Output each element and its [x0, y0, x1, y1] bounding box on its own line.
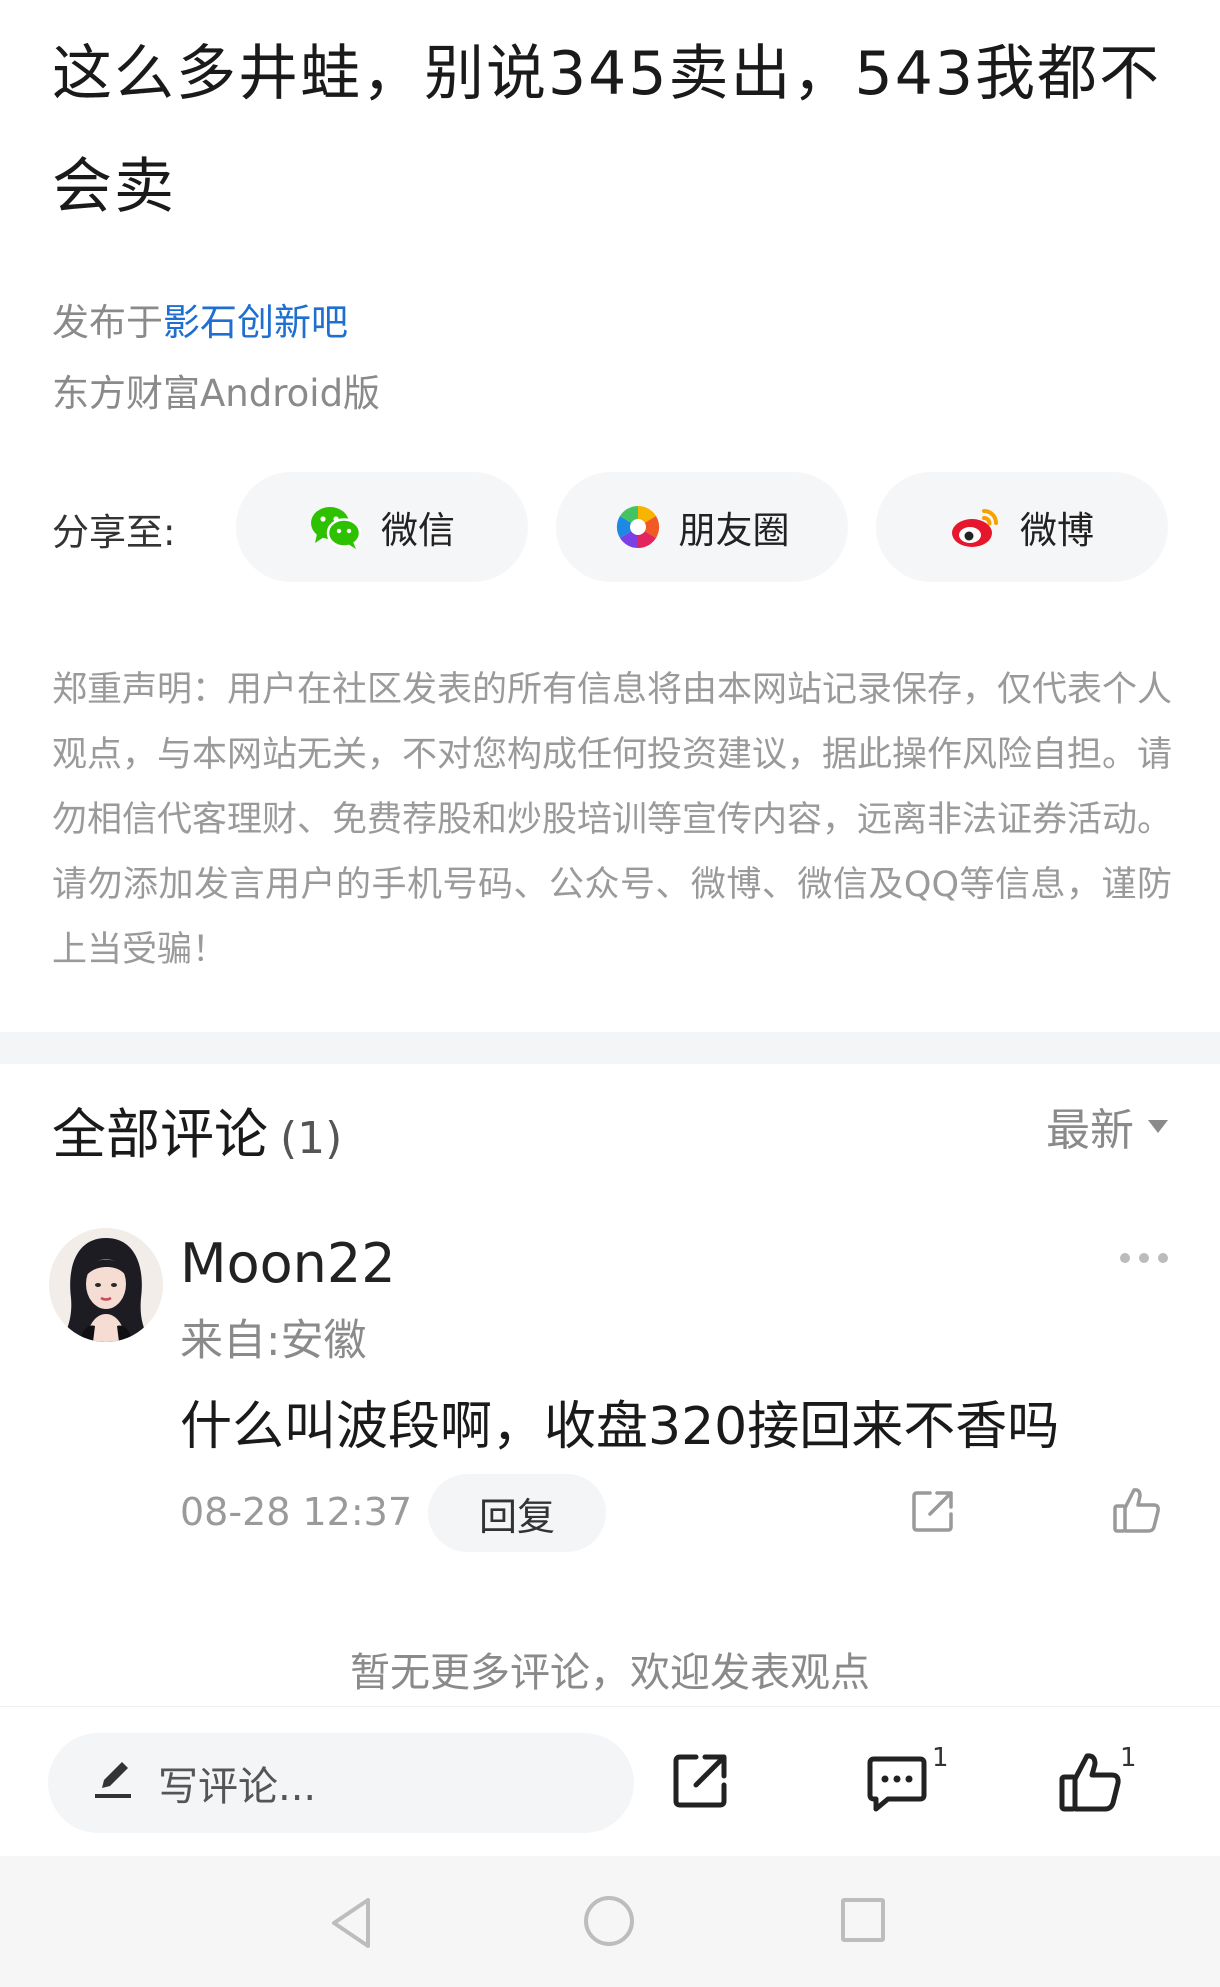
comment-text: 什么叫波段啊，收盘320接回来不香吗 — [180, 1397, 1060, 1457]
share-label: 分享至: — [52, 511, 176, 554]
back-icon[interactable] — [328, 1896, 374, 1954]
comments-count: (1) — [280, 1113, 343, 1164]
home-icon[interactable] — [584, 1896, 634, 1946]
like-count-badge: 1 — [1120, 1743, 1137, 1773]
system-nav-bar — [0, 1856, 1220, 1987]
share-weibo-button[interactable]: 微博 — [876, 472, 1168, 582]
comment-timestamp: 08-28 12:37 — [180, 1490, 413, 1534]
write-comment-placeholder: 写评论... — [158, 1764, 317, 1810]
wechat-icon — [309, 504, 363, 550]
share-moments-label: 朋友圈 — [678, 509, 790, 552]
comment-username[interactable]: Moon22 — [180, 1232, 396, 1295]
share-icon[interactable] — [670, 1751, 730, 1815]
comment-count-badge: 1 — [932, 1743, 949, 1773]
bottom-action-bar: 写评论... 1 1 — [0, 1706, 1220, 1856]
section-divider — [0, 1032, 1220, 1064]
share-weibo-label: 微博 — [1020, 509, 1094, 552]
write-comment-input[interactable]: 写评论... — [48, 1733, 634, 1833]
thumbs-up-icon[interactable] — [1112, 1486, 1162, 1538]
share-icon[interactable] — [910, 1488, 956, 1538]
sort-label: 最新 — [1046, 1105, 1134, 1156]
recent-apps-icon[interactable] — [841, 1898, 885, 1942]
disclaimer-text: 郑重声明：用户在社区发表的所有信息将由本网站记录保存，仅代表个人观点，与本网站无… — [52, 670, 1173, 970]
avatar[interactable] — [49, 1228, 163, 1342]
reply-button[interactable]: 回复 — [428, 1474, 606, 1552]
more-options-icon[interactable] — [1120, 1253, 1168, 1263]
post-source: 东方财富Android版 — [52, 372, 381, 415]
weibo-icon — [950, 505, 1002, 549]
comment-icon[interactable] — [866, 1755, 928, 1817]
forum-link[interactable]: 影石创新吧 — [163, 301, 348, 344]
post-title: 这么多井蛙，别说345卖出，543我都不会卖 — [52, 39, 1162, 222]
no-more-comments: 暂无更多评论，欢迎发表观点 — [350, 1650, 870, 1696]
comment-location: 来自:安徽 — [180, 1316, 367, 1366]
share-row: 分享至: 微信 朋友圈 微博 — [52, 472, 1170, 582]
caret-down-icon — [1148, 1119, 1168, 1133]
moments-icon — [615, 504, 661, 550]
share-moments-button[interactable]: 朋友圈 — [556, 472, 848, 582]
comments-heading: 全部评论 (1) — [52, 1090, 342, 1169]
comments-heading-label: 全部评论 — [52, 1103, 268, 1166]
pencil-icon — [92, 1756, 134, 1810]
share-wechat-button[interactable]: 微信 — [236, 472, 528, 582]
thumbs-up-icon[interactable] — [1058, 1751, 1122, 1817]
sort-dropdown[interactable]: 最新 — [1046, 1094, 1168, 1158]
post-forum-line: 发布于影石创新吧 — [52, 292, 348, 346]
published-prefix: 发布于 — [52, 301, 163, 344]
share-wechat-label: 微信 — [381, 509, 455, 552]
